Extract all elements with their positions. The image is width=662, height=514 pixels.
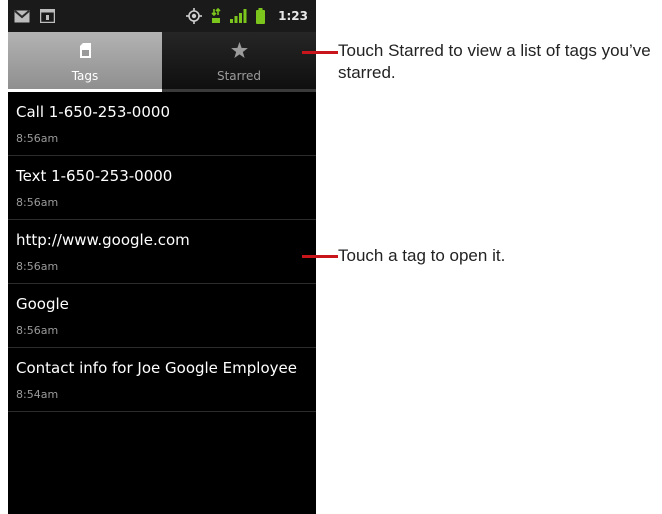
system-icons: 1:23 <box>186 0 308 32</box>
calendar-icon <box>40 9 55 23</box>
tag-title: http://www.google.com <box>16 231 190 249</box>
tag-icon <box>79 41 91 59</box>
tag-title: Text 1-650-253-0000 <box>16 167 173 185</box>
tag-title: Google <box>16 295 69 313</box>
gps-icon <box>186 8 203 24</box>
tab-starred[interactable]: Starred <box>162 32 316 92</box>
status-bar: 1:23 <box>8 0 316 32</box>
tag-title: Contact info for Joe Google Employee <box>16 359 297 377</box>
clock: 1:23 <box>278 9 308 23</box>
data-3g-icon <box>211 8 221 24</box>
callout-line-starred <box>302 51 338 54</box>
tag-time: 8:56am <box>16 132 59 145</box>
signal-icon <box>230 9 247 23</box>
star-icon <box>230 41 248 59</box>
tag-title: Call 1-650-253-0000 <box>16 103 170 121</box>
list-item[interactable]: Text 1-650-253-0000 8:56am <box>8 156 316 220</box>
tab-bar: Tags Starred <box>8 32 316 92</box>
tag-time: 8:56am <box>16 324 59 337</box>
notification-icons <box>14 0 55 32</box>
tag-list: Call 1-650-253-0000 8:56am Text 1-650-25… <box>8 92 316 412</box>
list-item[interactable]: Google 8:56am <box>8 284 316 348</box>
tab-starred-label: Starred <box>216 69 262 83</box>
tag-time: 8:56am <box>16 260 59 273</box>
phone-screen: 1:23 Tags Starred Call 1-650-253-0000 8:… <box>8 0 316 514</box>
callout-line-tag <box>302 255 338 258</box>
list-item[interactable]: Contact info for Joe Google Employee 8:5… <box>8 348 316 412</box>
tab-tags[interactable]: Tags <box>8 32 162 92</box>
tag-time: 8:54am <box>16 388 59 401</box>
tag-time: 8:56am <box>16 196 59 209</box>
list-item[interactable]: http://www.google.com 8:56am <box>8 220 316 284</box>
tab-tags-label: Tags <box>71 69 99 83</box>
battery-icon <box>256 8 266 24</box>
list-item[interactable]: Call 1-650-253-0000 8:56am <box>8 92 316 156</box>
gmail-icon <box>14 9 30 23</box>
annotation-starred: Touch Starred to view a list of tags you… <box>338 41 651 82</box>
annotation-tag: Touch a tag to open it. <box>338 246 506 265</box>
